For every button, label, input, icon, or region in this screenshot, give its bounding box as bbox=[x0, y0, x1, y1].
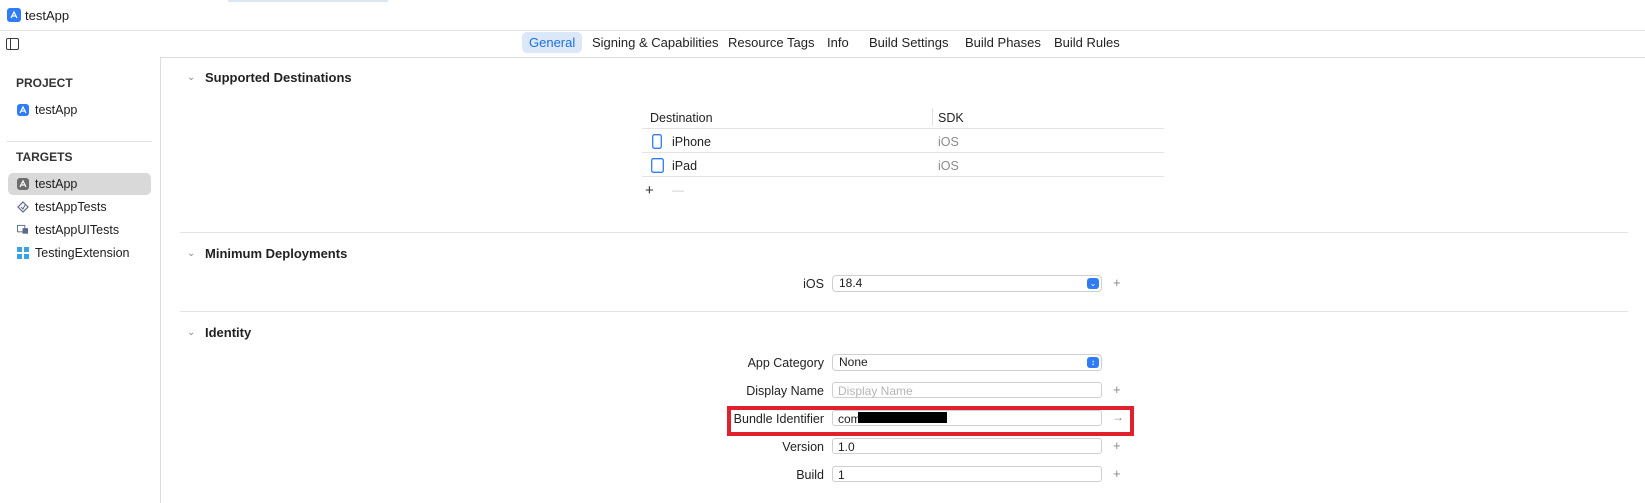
sidebar-divider bbox=[7, 141, 152, 142]
project-heading: PROJECT bbox=[16, 76, 73, 90]
add-deployment-button[interactable]: + bbox=[1113, 275, 1121, 290]
add-build-button[interactable]: + bbox=[1113, 466, 1121, 481]
version-field[interactable]: 1.0 bbox=[832, 438, 1102, 454]
bundle-identifier-label: Bundle Identifier bbox=[733, 412, 824, 426]
chevron-down-icon[interactable]: ⌄ bbox=[187, 248, 195, 259]
iphone-icon bbox=[652, 134, 662, 152]
destination-ipad[interactable]: iPad bbox=[672, 159, 697, 173]
app-target-icon bbox=[17, 178, 29, 190]
tab-signing-capabilities[interactable]: Signing & Capabilities bbox=[585, 32, 725, 53]
sidebar-item-project[interactable]: testApp bbox=[8, 99, 151, 121]
extension-target-icon bbox=[17, 247, 29, 259]
targets-heading: TARGETS bbox=[16, 150, 73, 164]
table-row-line bbox=[642, 152, 1164, 153]
app-category-value: None bbox=[839, 355, 868, 369]
build-label: Build bbox=[796, 468, 824, 482]
arrow-right-icon[interactable]: → bbox=[1112, 410, 1124, 424]
sidebar-item-label: testAppTests bbox=[35, 200, 107, 214]
sdk-ipad: iOS bbox=[938, 159, 959, 173]
column-divider bbox=[932, 108, 933, 126]
tab-general[interactable]: General bbox=[522, 32, 583, 53]
sidebar-item-label: testApp bbox=[35, 103, 78, 117]
window-title: testApp bbox=[25, 8, 70, 23]
destination-iphone[interactable]: iPhone bbox=[672, 135, 711, 149]
section-identity[interactable]: Identity bbox=[205, 325, 251, 340]
app-category-label: App Category bbox=[747, 356, 824, 370]
add-display-name-button[interactable]: + bbox=[1113, 382, 1121, 397]
sidebar-toggle-icon[interactable] bbox=[6, 38, 19, 50]
updown-chevron-icon: ↕ bbox=[1087, 357, 1099, 368]
add-destination-button[interactable]: + bbox=[645, 182, 654, 199]
column-sdk: SDK bbox=[938, 111, 964, 125]
app-icon bbox=[7, 8, 21, 23]
redaction-bar bbox=[858, 412, 947, 423]
tab-build-settings[interactable]: Build Settings bbox=[862, 32, 956, 53]
version-label: Version bbox=[782, 440, 824, 454]
sidebar bbox=[0, 57, 161, 503]
ios-deployment-value: 18.4 bbox=[839, 276, 863, 290]
add-version-button[interactable]: + bbox=[1113, 438, 1121, 453]
ui-test-target-icon bbox=[17, 224, 29, 236]
remove-destination-button[interactable]: — bbox=[672, 183, 684, 197]
tab-build-rules[interactable]: Build Rules bbox=[1047, 32, 1127, 53]
sidebar-item-testappuitests[interactable]: testAppUITests bbox=[8, 219, 151, 241]
column-destination: Destination bbox=[650, 111, 713, 125]
ipad-icon bbox=[651, 158, 664, 176]
sidebar-item-testapptests[interactable]: testAppTests bbox=[8, 196, 151, 218]
sdk-iphone: iOS bbox=[938, 135, 959, 149]
table-row-line bbox=[642, 176, 1164, 177]
tab-info[interactable]: Info bbox=[820, 32, 856, 53]
section-supported-destinations[interactable]: Supported Destinations bbox=[205, 70, 352, 85]
display-name-label: Display Name bbox=[746, 384, 824, 398]
chevron-down-icon[interactable]: ⌄ bbox=[187, 327, 195, 338]
tab-indicator bbox=[228, 0, 388, 2]
title-bar bbox=[0, 0, 1645, 31]
build-field[interactable]: 1 bbox=[832, 466, 1102, 482]
app-category-popup[interactable]: None ↕ bbox=[832, 354, 1102, 371]
sidebar-item-label: testApp bbox=[35, 177, 78, 191]
sidebar-item-label: TestingExtension bbox=[35, 246, 130, 260]
section-divider bbox=[180, 311, 1628, 312]
chevron-down-icon[interactable]: ⌄ bbox=[187, 72, 195, 83]
ios-deployment-popup[interactable]: 18.4 ⌄ bbox=[832, 275, 1102, 292]
chevron-down-icon: ⌄ bbox=[1087, 278, 1099, 289]
tab-resource-tags[interactable]: Resource Tags bbox=[721, 32, 821, 53]
ios-label: iOS bbox=[803, 277, 824, 291]
sidebar-item-testapp[interactable]: testApp bbox=[8, 173, 151, 195]
test-target-icon bbox=[17, 201, 29, 213]
table-header-line bbox=[642, 128, 1164, 129]
section-minimum-deployments[interactable]: Minimum Deployments bbox=[205, 246, 347, 261]
project-icon bbox=[17, 104, 29, 116]
tab-build-phases[interactable]: Build Phases bbox=[958, 32, 1048, 53]
sidebar-item-label: testAppUITests bbox=[35, 223, 120, 237]
section-divider bbox=[180, 232, 1628, 233]
sidebar-item-testingextension[interactable]: TestingExtension bbox=[8, 242, 151, 264]
display-name-field[interactable]: Display Name bbox=[832, 382, 1102, 398]
